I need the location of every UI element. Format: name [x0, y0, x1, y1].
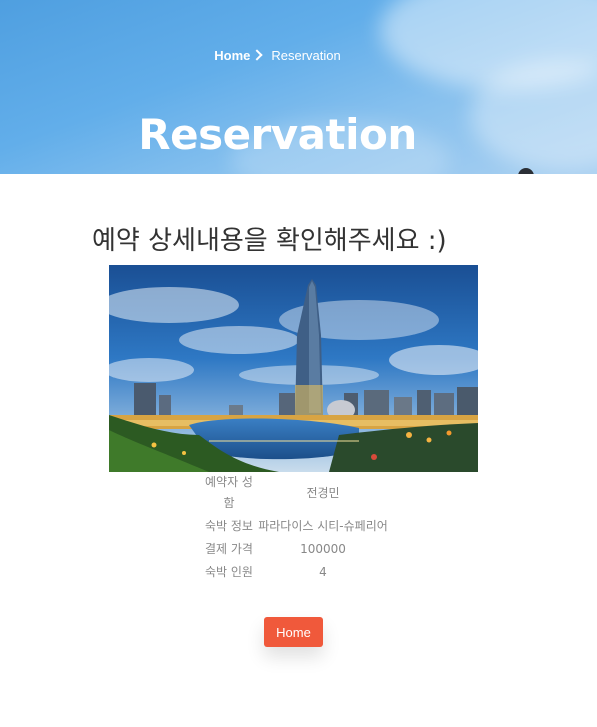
detail-value: 파라다이스 시티-슈페리어	[258, 519, 388, 533]
hero-image-detail	[518, 168, 534, 174]
detail-value: 100000	[300, 542, 346, 556]
hotel-city-photo	[109, 265, 478, 472]
hero-banner: Home Reservation Reservation	[0, 0, 597, 174]
detail-row-name: 예약자 성함 전경민	[200, 472, 388, 514]
detail-label: 결제 가격	[205, 542, 253, 556]
breadcrumb-home-link[interactable]: Home	[214, 48, 250, 63]
detail-label: 숙박 인원	[205, 565, 253, 579]
detail-value: 4	[319, 565, 327, 579]
detail-label: 예약자 성함	[205, 475, 253, 510]
reservation-headline: 예약 상세내용을 확인해주세요 :)	[92, 226, 447, 256]
breadcrumb: Home Reservation	[0, 48, 555, 63]
page-title: Reservation	[138, 110, 417, 160]
detail-value: 전경민	[306, 485, 340, 500]
reservation-details: 예약자 성함 전경민 숙박 정보 파라다이스 시티-슈페리어 결제 가격 100…	[200, 472, 388, 585]
detail-label: 숙박 정보	[205, 519, 253, 533]
detail-row-guests: 숙박 인원 4	[200, 562, 388, 583]
breadcrumb-current: Reservation	[271, 48, 341, 63]
chevron-right-icon	[251, 49, 264, 61]
detail-row-price: 결제 가격 100000	[200, 539, 388, 560]
detail-row-stay-info: 숙박 정보 파라다이스 시티-슈페리어	[200, 516, 388, 537]
home-button[interactable]: Home	[264, 617, 323, 647]
